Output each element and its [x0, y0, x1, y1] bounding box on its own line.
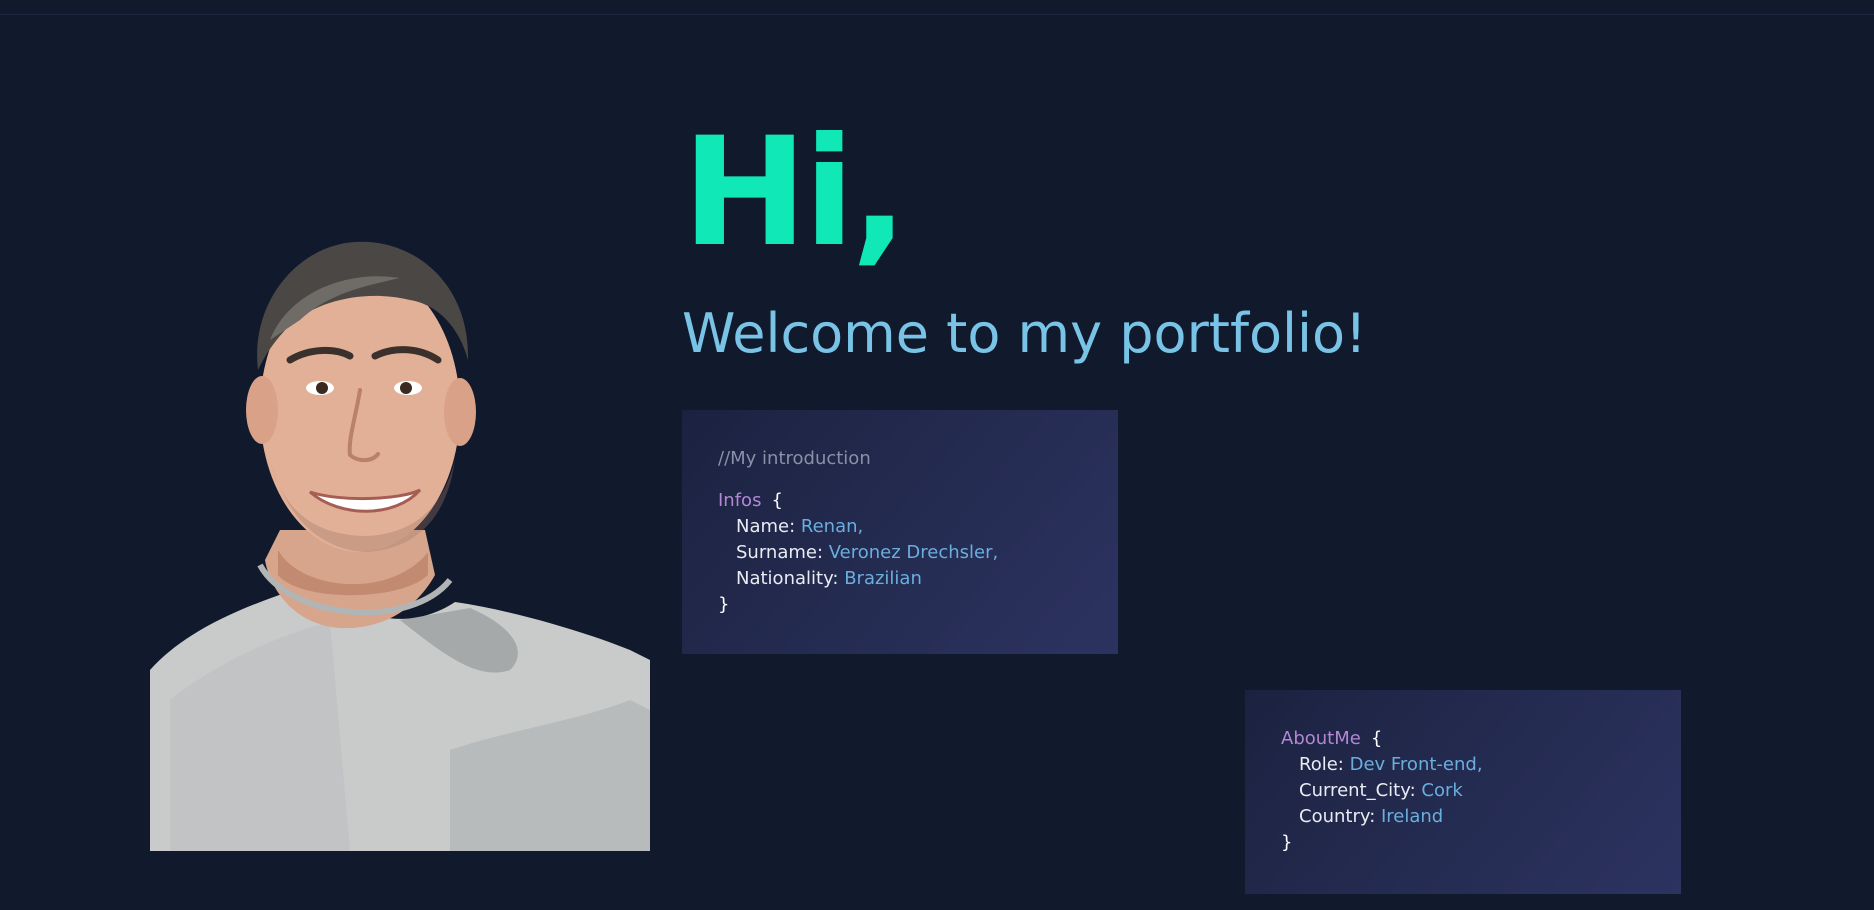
about-open-brace: {: [1370, 728, 1383, 749]
field-value: Brazilian: [844, 568, 922, 589]
field-surname: Surname: Veronez Drechsler,: [718, 540, 1082, 566]
intro-close-brace: }: [718, 594, 730, 615]
field-role: Role: Dev Front-end,: [1281, 752, 1645, 778]
welcome-heading: Welcome to my portfolio!: [682, 302, 1367, 365]
about-object-header: AboutMe {: [1281, 726, 1645, 752]
about-code-card: AboutMe { Role: Dev Front-end, Current_Ci…: [1245, 690, 1681, 894]
intro-object-name: Infos: [718, 490, 762, 511]
about-object-name: AboutMe: [1281, 728, 1361, 749]
field-current-city: Current_City: Cork: [1281, 778, 1645, 804]
field-value: Dev Front-end,: [1349, 754, 1483, 775]
field-value: Ireland: [1380, 806, 1444, 827]
field-country: Country: Ireland: [1281, 804, 1645, 830]
about-close-brace: }: [1281, 832, 1293, 853]
field-key: Role:: [1299, 754, 1350, 775]
intro-code-card: //My introduction Infos { Name: Renan, Su…: [682, 410, 1118, 654]
field-key: Surname:: [736, 542, 829, 563]
intro-open-brace: {: [771, 490, 783, 511]
field-value: Veronez Drechsler,: [828, 542, 999, 563]
field-key: Nationality:: [736, 568, 845, 589]
field-value: Cork: [1421, 780, 1463, 801]
field-value: Renan,: [800, 516, 864, 537]
intro-comment: //My introduction: [718, 448, 871, 469]
top-divider: [0, 14, 1874, 15]
field-key: Country:: [1299, 806, 1381, 827]
intro-object-header: Infos {: [718, 488, 1082, 514]
field-key: Current_City:: [1299, 780, 1422, 801]
greeting-heading: Hi,: [682, 106, 908, 280]
field-nationality: Nationality: Brazilian: [718, 566, 1082, 592]
field-name: Name: Renan,: [718, 514, 1082, 540]
profile-photo: [150, 230, 650, 851]
field-key: Name:: [736, 516, 801, 537]
